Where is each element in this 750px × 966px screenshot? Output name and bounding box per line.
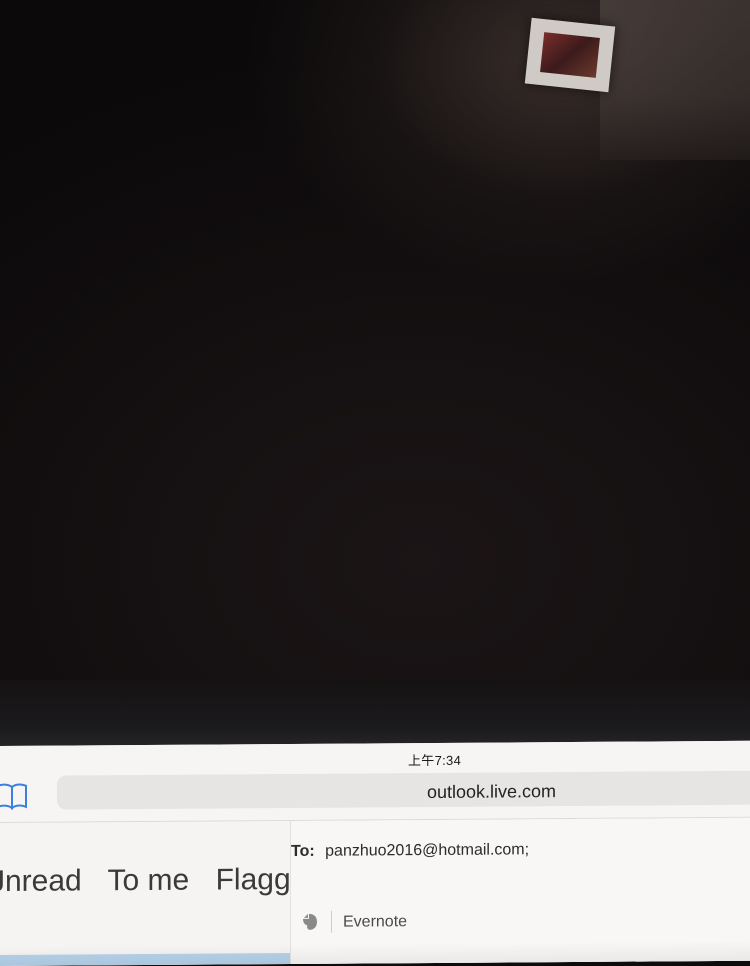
- tablet-screen: 上午7:34 outlook.live.com ⟳ Jnread To me F…: [0, 740, 750, 966]
- background-shelf: [600, 0, 750, 160]
- evernote-icon[interactable]: [299, 912, 321, 932]
- url-bar[interactable]: outlook.live.com: [57, 770, 750, 810]
- browser-toolbar: outlook.live.com ⟳: [0, 766, 750, 840]
- photo-scene: 上午7:34 outlook.live.com ⟳ Jnread To me F…: [0, 0, 750, 966]
- addin-divider: [331, 910, 332, 933]
- selected-message-strip[interactable]: [0, 952, 290, 966]
- picture-frame-photo: [540, 32, 600, 78]
- mail-filter-pane: Jnread To me Flagge: [0, 821, 290, 966]
- outlook-content: Jnread To me Flagge To: panzhuo2016@hotm…: [0, 817, 750, 966]
- device-bezel: [0, 680, 750, 748]
- filter-unread[interactable]: Jnread: [0, 864, 82, 898]
- to-label: To:: [291, 842, 315, 860]
- status-time: 上午7:34: [408, 752, 462, 769]
- mail-filter-tabs: Jnread To me Flagge: [0, 863, 290, 899]
- picture-frame: [524, 17, 616, 93]
- dark-room-background: [0, 0, 750, 748]
- filter-flagged[interactable]: Flagge: [216, 863, 290, 897]
- to-recipient-row[interactable]: To: panzhuo2016@hotmail.com;: [291, 841, 529, 861]
- book-icon: [0, 783, 27, 810]
- to-recipient-value[interactable]: panzhuo2016@hotmail.com;: [325, 841, 529, 859]
- url-text: outlook.live.com: [426, 781, 557, 803]
- compose-pane: To: panzhuo2016@hotmail.com; Evernote: [290, 817, 750, 964]
- bookmarks-button[interactable]: [0, 778, 32, 814]
- filter-to-me[interactable]: To me: [108, 864, 190, 898]
- evernote-addin-label[interactable]: Evernote: [343, 913, 407, 931]
